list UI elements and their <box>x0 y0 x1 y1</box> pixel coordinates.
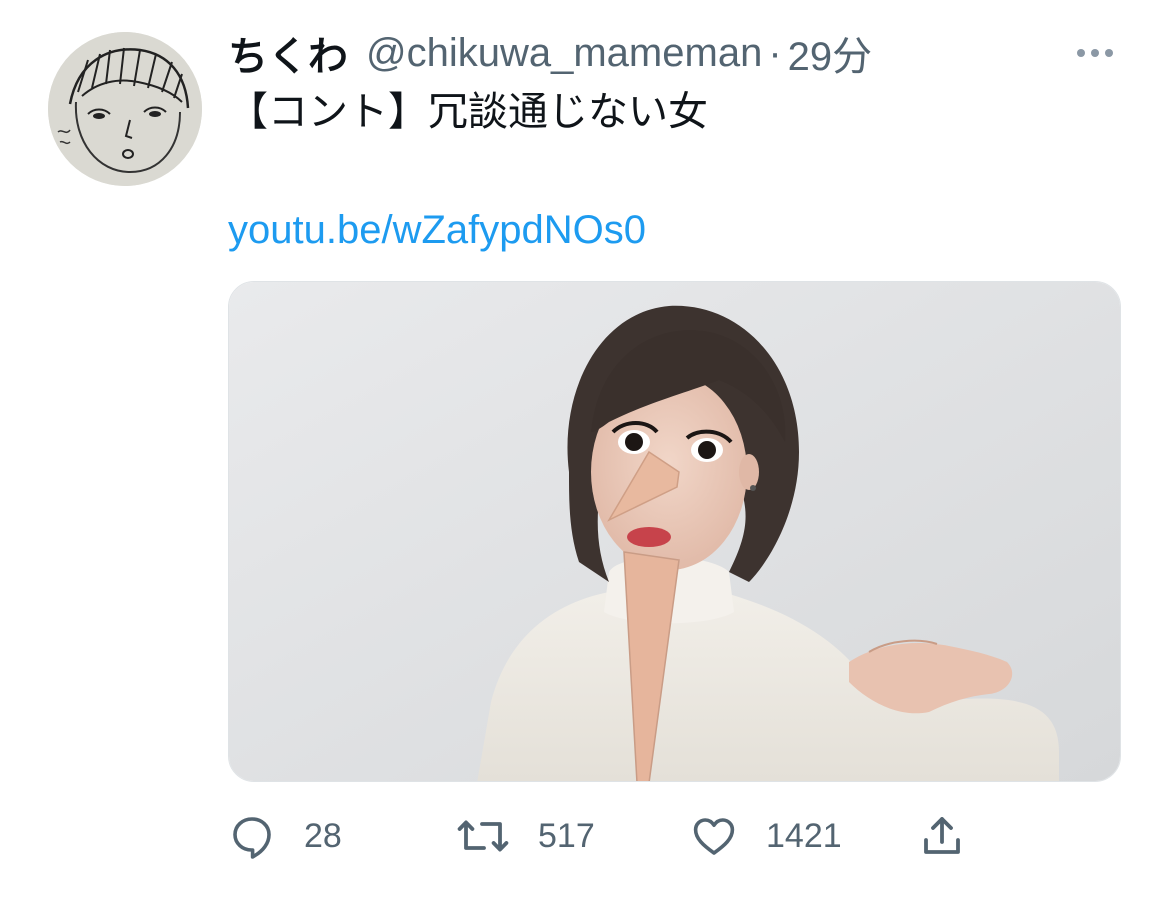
timestamp[interactable]: 29分 <box>788 24 873 82</box>
reply-count: 28 <box>304 816 342 855</box>
avatar-drawing <box>48 32 202 186</box>
photo <box>229 282 1120 781</box>
separator-dot: · <box>768 30 782 75</box>
heart-icon <box>693 818 735 855</box>
reply-icon <box>233 817 271 859</box>
tweet-media-image[interactable] <box>228 281 1121 782</box>
reply-button[interactable]: 28 <box>228 806 342 866</box>
display-name[interactable]: ちくわ <box>228 24 348 82</box>
tweet-card[interactable]: ちくわ @chikuwa_mameman · 29分 【コント】冗談通じない女 … <box>0 0 1170 910</box>
avatar[interactable] <box>48 32 202 186</box>
user-handle[interactable]: @chikuwa_mameman <box>366 31 762 76</box>
tweet-text: 【コント】冗談通じない女 <box>228 90 708 134</box>
share-button[interactable] <box>918 806 966 866</box>
share-icon <box>924 817 960 854</box>
like-count: 1421 <box>766 816 842 855</box>
action-bar: 28 517 1421 <box>228 806 988 866</box>
tweet-link[interactable]: youtu.be/wZafypdNOs0 <box>228 202 646 258</box>
like-button[interactable]: 1421 <box>690 806 842 866</box>
retweet-count: 517 <box>538 816 595 855</box>
tweet-header: ちくわ @chikuwa_mameman · 29分 <box>228 26 872 80</box>
retweet-icon <box>457 820 509 852</box>
retweet-button[interactable]: 517 <box>456 806 595 866</box>
more-horizontal-icon[interactable] <box>1072 38 1118 68</box>
